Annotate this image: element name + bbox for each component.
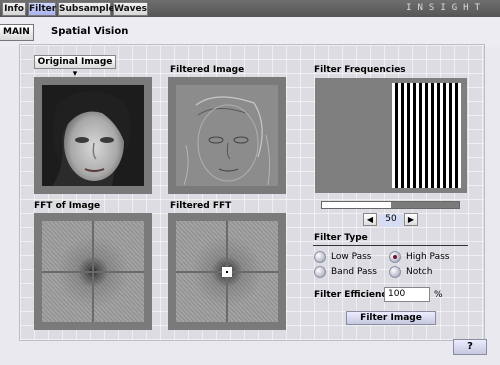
filtered-image: [176, 85, 278, 186]
frequency-display: [315, 78, 467, 193]
divider: [313, 245, 468, 246]
top-tab-bar: Info Filter Subsample Waves INSIGHT: [0, 0, 500, 17]
brand-logo: INSIGHT: [406, 3, 486, 13]
main-button[interactable]: MAIN: [0, 24, 34, 41]
filtered-fft-label: Filtered FFT: [170, 201, 232, 211]
radio-notch[interactable]: [389, 266, 401, 278]
arrow-right-icon: ▶: [407, 215, 415, 224]
filter-type-label: Filter Type: [314, 233, 368, 243]
filtered-fft-frame: [168, 213, 286, 330]
page-title: Spatial Vision: [51, 26, 129, 37]
notch-label: Notch: [406, 267, 433, 277]
radio-band-pass[interactable]: [314, 266, 326, 278]
radio-high-pass[interactable]: [389, 251, 401, 263]
filter-mask-marker: [222, 266, 232, 277]
filter-efficiency-input[interactable]: 100: [384, 287, 430, 302]
dropdown-label: Original Image: [37, 57, 113, 67]
frequency-slider-fill: [322, 202, 391, 208]
filter-frequencies-label: Filter Frequencies: [314, 65, 406, 75]
original-image: [42, 85, 144, 186]
frequency-grating: [392, 83, 461, 188]
tab-info[interactable]: Info: [2, 2, 26, 16]
arrow-left-icon: ◀: [366, 215, 374, 224]
frequency-decrement-button[interactable]: ◀: [363, 213, 377, 226]
fft-of-image: [42, 221, 144, 322]
percent-unit: %: [434, 290, 443, 300]
frequency-increment-button[interactable]: ▶: [404, 213, 418, 226]
frequency-slider[interactable]: [321, 201, 460, 209]
tab-subsample[interactable]: Subsample: [58, 2, 115, 16]
tab-waves[interactable]: Waves: [113, 2, 148, 16]
low-pass-label: Low Pass: [331, 252, 372, 262]
high-pass-label: High Pass: [406, 252, 450, 262]
fft-of-image-label: FFT of Image: [34, 201, 101, 211]
radio-low-pass[interactable]: [314, 251, 326, 263]
fft-image-frame: [34, 213, 152, 330]
original-image-frame: [34, 77, 152, 194]
band-pass-label: Band Pass: [331, 267, 377, 277]
tab-filter[interactable]: Filter: [28, 2, 56, 16]
filtered-fft: [176, 221, 278, 322]
filter-image-button[interactable]: Filter Image: [346, 311, 436, 325]
frequency-value: 50: [380, 214, 402, 227]
help-button[interactable]: ?: [453, 339, 487, 355]
filtered-image-frame: [168, 77, 286, 194]
original-image-dropdown[interactable]: Original Image ▾: [34, 55, 116, 79]
fft-vertical-axis: [92, 221, 94, 322]
filtered-image-label: Filtered Image: [170, 65, 245, 75]
